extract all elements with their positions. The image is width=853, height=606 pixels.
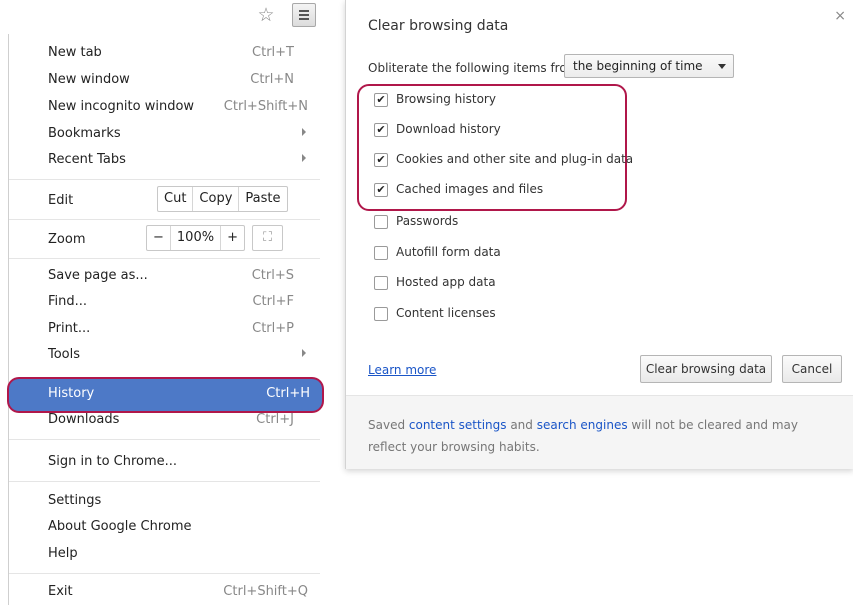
- option-label: Autofill form data: [396, 245, 501, 259]
- menu-item-label: Tools: [48, 347, 81, 362]
- fullscreen-button[interactable]: ⛶: [252, 225, 284, 251]
- zoom-in-button[interactable]: +: [220, 226, 244, 250]
- checkbox-unchecked[interactable]: [374, 307, 388, 321]
- menu-item-shortcut: Ctrl+H: [266, 386, 310, 401]
- cut-button[interactable]: Cut: [158, 187, 192, 211]
- content-settings-link[interactable]: content settings: [409, 418, 507, 432]
- submenu-arrow-icon: [302, 128, 306, 136]
- cancel-button[interactable]: Cancel: [782, 355, 842, 383]
- menu-item-sign-in[interactable]: Sign in to Chrome...: [9, 450, 320, 476]
- submenu-arrow-icon: [302, 349, 306, 357]
- edit-button-group: Cut Copy Paste: [157, 186, 288, 212]
- menu-item-label: Save page as...: [48, 268, 148, 283]
- footer-text-mid: and: [506, 418, 537, 432]
- menu-item-label: New tab: [48, 45, 102, 60]
- option-label: Download history: [396, 122, 501, 136]
- menu-separator: [9, 219, 320, 220]
- time-range-select[interactable]: the beginning of time: [564, 54, 734, 78]
- menu-item-help[interactable]: Help: [9, 542, 320, 568]
- search-engines-link[interactable]: search engines: [537, 418, 628, 432]
- star-icon[interactable]: ☆: [256, 5, 276, 25]
- option-label: Cached images and files: [396, 182, 544, 196]
- menu-item-label: Find...: [48, 294, 88, 309]
- footer-text-pre: Saved: [368, 418, 409, 432]
- clear-browsing-data-button[interactable]: Clear browsing data: [640, 355, 772, 383]
- menu-item-downloads[interactable]: Downloads Ctrl+J: [9, 410, 320, 436]
- option-label: Hosted app data: [396, 275, 496, 289]
- menu-item-label: History: [48, 386, 95, 401]
- menu-item-label: Bookmarks: [48, 126, 121, 141]
- menu-item-history[interactable]: History Ctrl+H: [9, 379, 322, 411]
- menu-item-shortcut: Ctrl+P: [252, 321, 294, 336]
- menu-item-about[interactable]: About Google Chrome: [9, 515, 320, 541]
- checkbox-checked[interactable]: ✔: [374, 153, 388, 167]
- menu-item-print[interactable]: Print... Ctrl+P: [9, 317, 320, 343]
- chrome-menu-button[interactable]: [292, 3, 316, 27]
- menu-item-label: Zoom: [48, 232, 86, 247]
- browser-toolbar: ☆: [0, 0, 321, 32]
- menu-item-shortcut: Ctrl+J: [256, 412, 294, 427]
- checkbox-unchecked[interactable]: [374, 276, 388, 290]
- menu-separator: [9, 179, 320, 180]
- checkbox-unchecked[interactable]: [374, 246, 388, 260]
- checkbox-unchecked[interactable]: [374, 215, 388, 229]
- menu-item-save-page-as[interactable]: Save page as... Ctrl+S: [9, 264, 320, 290]
- clear-browsing-data-dialog: Clear browsing data × Obliterate the fol…: [345, 0, 853, 469]
- menu-separator: [9, 481, 320, 482]
- menu-separator: [9, 439, 320, 440]
- menu-item-label: Settings: [48, 493, 102, 508]
- zoom-level: 100%: [169, 226, 220, 250]
- option-label: Content licenses: [396, 306, 496, 320]
- close-icon[interactable]: ×: [834, 8, 846, 24]
- time-range-value: the beginning of time: [573, 59, 703, 73]
- option-label: Cookies and other site and plug-in data: [396, 152, 634, 166]
- menu-item-shortcut: Ctrl+T: [252, 45, 294, 60]
- learn-more-link[interactable]: Learn more: [368, 363, 436, 377]
- menu-item-shortcut: Ctrl+S: [251, 268, 294, 283]
- menu-item-label: Downloads: [48, 412, 120, 427]
- dialog-title: Clear browsing data: [368, 18, 509, 34]
- footer-text: Saved content settings and search engine…: [368, 414, 828, 458]
- menu-item-shortcut: Ctrl+N: [250, 72, 294, 87]
- copy-button[interactable]: Copy: [192, 187, 238, 211]
- menu-item-label: Sign in to Chrome...: [48, 454, 178, 469]
- menu-item-exit[interactable]: Exit Ctrl+Shift+Q: [9, 580, 320, 606]
- menu-item-label: Edit: [48, 193, 74, 208]
- checkbox-checked[interactable]: ✔: [374, 183, 388, 197]
- menu-item-label: About Google Chrome: [48, 519, 192, 534]
- menu-item-label: Exit: [48, 584, 73, 599]
- zoom-out-button[interactable]: −: [147, 226, 170, 250]
- paste-button[interactable]: Paste: [238, 187, 286, 211]
- menu-item-label: New window: [48, 72, 130, 87]
- menu-item-settings[interactable]: Settings: [9, 489, 320, 515]
- menu-item-label: Recent Tabs: [48, 152, 126, 167]
- menu-separator: [9, 258, 320, 259]
- menu-item-shortcut: Ctrl+Shift+Q: [223, 584, 308, 599]
- menu-item-label: New incognito window: [48, 99, 195, 114]
- checkbox-checked[interactable]: ✔: [374, 93, 388, 107]
- option-label: Browsing history: [396, 92, 496, 106]
- menu-item-label: Help: [48, 546, 78, 561]
- menu-item-find[interactable]: Find... Ctrl+F: [9, 290, 320, 316]
- menu-item-new-tab[interactable]: New tab Ctrl+T: [9, 41, 320, 67]
- menu-item-tools[interactable]: Tools: [9, 343, 320, 369]
- menu-item-shortcut: Ctrl+Shift+N: [223, 99, 308, 114]
- submenu-arrow-icon: [302, 154, 306, 162]
- menu-item-bookmarks[interactable]: Bookmarks: [9, 122, 320, 148]
- chrome-menu: New tab Ctrl+T New window Ctrl+N New inc…: [8, 34, 322, 606]
- chevron-down-icon: [718, 64, 726, 69]
- menu-item-shortcut: Ctrl+F: [252, 294, 294, 309]
- checkbox-checked[interactable]: ✔: [374, 123, 388, 137]
- menu-item-label: Print...: [48, 321, 91, 336]
- zoom-control-group: − 100% +: [146, 225, 245, 251]
- menu-separator: [9, 573, 320, 574]
- menu-item-recent-tabs[interactable]: Recent Tabs: [9, 148, 320, 174]
- dialog-footer: Saved content settings and search engine…: [346, 395, 853, 469]
- option-label: Passwords: [396, 214, 459, 228]
- menu-item-new-window[interactable]: New window Ctrl+N: [9, 68, 320, 94]
- menu-item-new-incognito-window[interactable]: New incognito window Ctrl+Shift+N: [9, 95, 320, 121]
- time-range-label: Obliterate the following items from:: [368, 61, 583, 75]
- fullscreen-icon: ⛶: [263, 230, 273, 245]
